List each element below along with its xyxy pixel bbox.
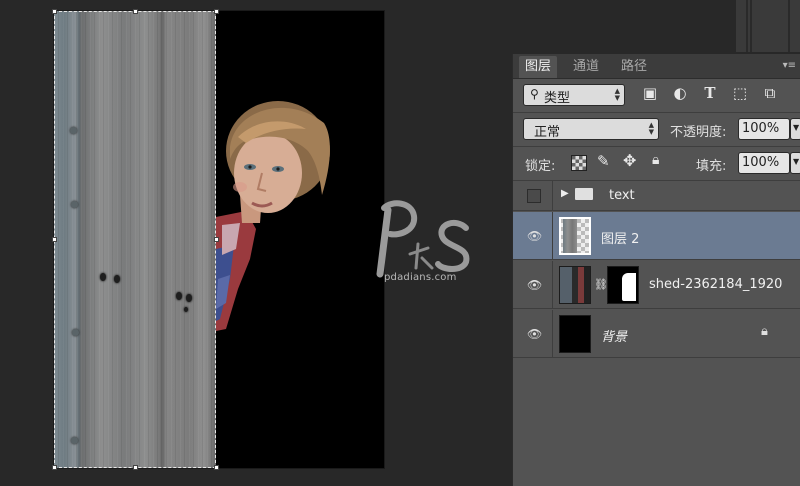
- wood-knot: [186, 294, 192, 302]
- fill-label: 填充:: [696, 159, 727, 174]
- lock-transparent-icon[interactable]: [571, 155, 587, 171]
- chevron-updown-icon: ▲ ▼: [648, 121, 654, 136]
- lock-paint-icon[interactable]: ✎: [597, 152, 610, 170]
- panel-tabs: 图层 通道 路径 ▾≡: [513, 54, 800, 79]
- shape-filter-icon[interactable]: ⬚: [731, 84, 749, 102]
- layer-row-layer-2[interactable]: 👁︎ 图层 2: [513, 212, 800, 260]
- visibility-toggle[interactable]: 👁︎: [513, 261, 553, 308]
- transform-handle[interactable]: [214, 9, 219, 14]
- chevron-down-icon: ▼: [793, 123, 800, 132]
- fill-input[interactable]: 100%: [738, 152, 790, 174]
- eye-icon: 👁︎: [527, 229, 543, 243]
- opacity-input[interactable]: 100%: [738, 118, 790, 140]
- lock-icon: 🔒︎: [761, 324, 768, 339]
- layer-mask-thumbnail[interactable]: [607, 266, 639, 304]
- transform-handle[interactable]: [52, 465, 57, 470]
- visibility-toggle[interactable]: 👁︎: [513, 310, 553, 357]
- tab-channels[interactable]: 通道: [567, 56, 605, 78]
- opacity-label: 不透明度:: [670, 125, 727, 140]
- thumbnail-wood-image: [563, 219, 577, 253]
- transform-handle[interactable]: [52, 237, 57, 242]
- layer-thumbnail: [559, 315, 591, 353]
- layer-name[interactable]: shed-2362184_1920: [649, 277, 782, 292]
- hidden-visibility-box: [527, 189, 541, 203]
- panel-menu-icon[interactable]: ▾≡: [783, 60, 796, 71]
- search-icon: ⚲: [530, 87, 539, 101]
- chevron-down-icon: ▼: [793, 157, 800, 166]
- blend-mode-dropdown[interactable]: 正常 ▲ ▼: [523, 118, 659, 140]
- opacity-slider-button[interactable]: ▼: [790, 118, 800, 140]
- boy-peeking-image: [216, 101, 330, 331]
- type-filter-icon[interactable]: T: [701, 84, 719, 102]
- layer-thumbnail: [559, 217, 591, 255]
- layer-name[interactable]: 背景: [601, 326, 627, 345]
- tab-layers[interactable]: 图层: [519, 56, 558, 78]
- mask-white-shape: [622, 273, 636, 301]
- opacity-value: 100%: [742, 121, 780, 136]
- layer-row-background[interactable]: 👁︎ 背景 🔒︎: [513, 310, 800, 358]
- image-filter-icon[interactable]: ▣: [641, 84, 659, 102]
- wood-knot: [184, 307, 188, 312]
- wood-knot: [114, 275, 120, 283]
- ps-watermark-glyph: [376, 200, 470, 278]
- layer-row-text-group[interactable]: ▶ text: [513, 181, 800, 211]
- smart-object-filter-icon[interactable]: ⧉: [761, 84, 779, 102]
- chain-link-icon[interactable]: ⛓: [594, 278, 608, 291]
- wood-knot: [176, 292, 182, 300]
- nail-mark: [71, 201, 78, 208]
- layer-name[interactable]: 图层 2: [601, 228, 639, 247]
- nail-mark: [72, 329, 79, 336]
- transform-handle[interactable]: [133, 9, 138, 14]
- folder-icon: [575, 188, 593, 200]
- layer-filter-label: 类型: [544, 91, 571, 106]
- transform-handle[interactable]: [214, 237, 219, 242]
- fill-value: 100%: [742, 155, 780, 170]
- nail-mark: [71, 437, 78, 444]
- document-canvas[interactable]: [54, 11, 384, 468]
- layers-panel: 图层 通道 路径 ▾≡ ⚲ 类型 ▲ ▼ ▣ ◐ T ⬚ ⧉ 正常 ▲ ▼ 不透明度…: [512, 54, 800, 486]
- lock-all-icon[interactable]: 🔒︎: [652, 152, 659, 168]
- transform-handle[interactable]: [52, 9, 57, 14]
- layer-name[interactable]: text: [609, 188, 635, 203]
- tab-paths[interactable]: 路径: [615, 56, 653, 78]
- layer-filter-dropdown[interactable]: ⚲ 类型 ▲ ▼: [523, 84, 625, 106]
- eye-icon: 👁︎: [527, 327, 543, 341]
- layer-thumbnail: [559, 266, 591, 304]
- canvas-area[interactable]: pdadians.com: [0, 0, 512, 486]
- layer-row-shed[interactable]: 👁︎ ⛓ shed-2362184_1920: [513, 261, 800, 309]
- wood-plank-layer-image: [54, 11, 216, 468]
- watermark-logo: pdadians.com: [372, 198, 482, 294]
- chevron-updown-icon: ▲ ▼: [614, 87, 620, 102]
- adjustment-filter-icon[interactable]: ◐: [671, 84, 689, 102]
- blend-mode-value: 正常: [534, 125, 561, 140]
- transform-handle[interactable]: [133, 465, 138, 470]
- eye-icon: 👁︎: [527, 278, 543, 292]
- visibility-toggle[interactable]: 👁︎: [513, 212, 553, 259]
- disclosure-triangle-icon[interactable]: ▶: [561, 188, 569, 199]
- visibility-toggle[interactable]: [513, 181, 553, 210]
- lock-move-icon[interactable]: ✥: [623, 151, 636, 170]
- collapsed-panel-strip: [736, 0, 800, 52]
- wood-knot: [100, 273, 106, 281]
- fill-slider-button[interactable]: ▼: [790, 152, 800, 174]
- watermark-text: pdadians.com: [384, 272, 457, 283]
- nail-mark: [70, 127, 77, 134]
- lock-label: 锁定:: [525, 159, 556, 174]
- transform-handle[interactable]: [214, 465, 219, 470]
